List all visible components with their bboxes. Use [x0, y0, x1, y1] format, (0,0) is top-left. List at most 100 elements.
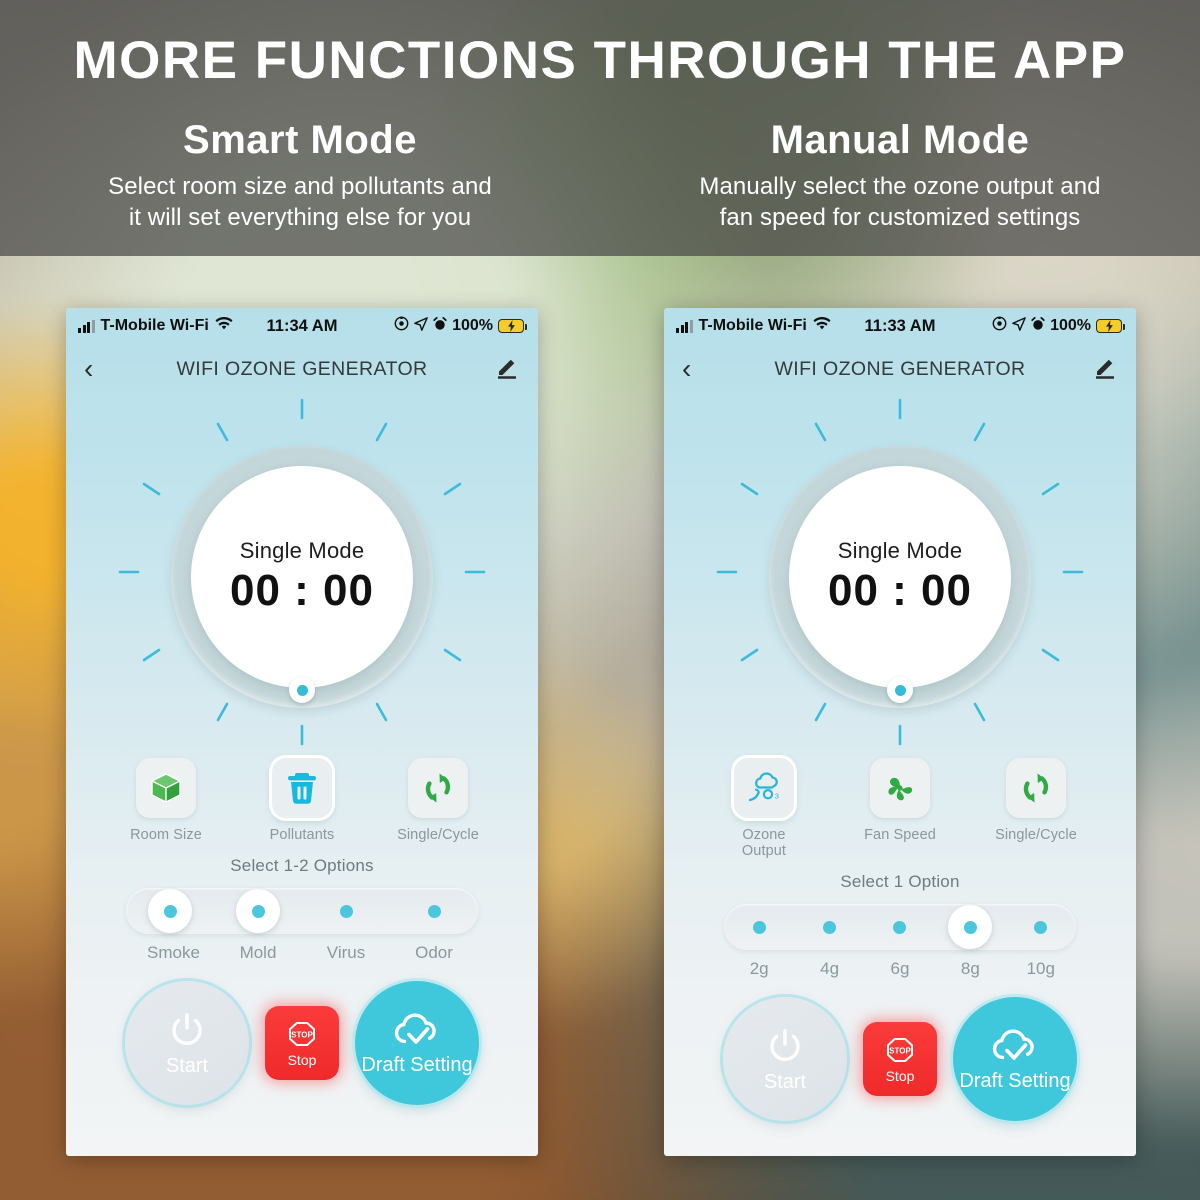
wifi-icon: [813, 316, 831, 336]
function-tile: [272, 758, 332, 818]
option-label-10g: 10g: [1026, 959, 1055, 978]
timer-dial[interactable]: Single Mode 00 : 00: [664, 394, 1136, 750]
start-button[interactable]: Start: [125, 981, 249, 1105]
option-smoke[interactable]: [147, 888, 193, 934]
function-single-cycle[interactable]: Single/Cycle: [992, 758, 1080, 859]
option-label-smoke: Smoke: [147, 943, 200, 962]
cube-box-icon: [151, 773, 181, 803]
option-label-virus: Virus: [326, 943, 366, 962]
stop-button-label: Stop: [287, 1051, 317, 1068]
dial-ring: Single Mode 00 : 00: [769, 446, 1031, 708]
nav-bar: ‹ WIFI OZONE GENERATOR: [66, 344, 538, 394]
option-dot: [427, 904, 441, 918]
option-4g[interactable]: [807, 904, 853, 950]
draft-setting-label: Draft Setting: [959, 1069, 1071, 1092]
cycle-arrows-icon: [425, 773, 451, 803]
manual-mode-subtitle-line1: Manually select the ozone output and: [699, 172, 1101, 200]
status-bar-right: 100%: [394, 316, 527, 336]
battery-charging-icon: [498, 319, 527, 333]
function-label: Room Size: [130, 827, 202, 843]
manual-mode-subtitle-line2: fan speed for customized settings: [719, 204, 1081, 232]
function-tile: [870, 758, 930, 818]
stop-octagon-icon: STOP: [887, 1037, 913, 1062]
option-label-4g: 4g: [820, 959, 840, 978]
option-label-odor: Odor: [415, 943, 453, 962]
option-virus[interactable]: [323, 888, 369, 934]
cloud-check-icon: [394, 1013, 436, 1044]
stop-button[interactable]: STOP Stop: [863, 1022, 937, 1096]
function-icon-row: 3 Ozone Output Fan Speed Single/Cycle: [664, 758, 1136, 859]
function-single-cycle[interactable]: Single/Cycle: [394, 758, 482, 843]
start-button-label: Start: [165, 1054, 209, 1077]
smart-mode-title: Smart Mode: [183, 118, 417, 162]
ozone-output-option-pill[interactable]: [724, 904, 1076, 950]
manual-mode-title: Manual Mode: [770, 118, 1030, 162]
stop-button[interactable]: STOP Stop: [265, 1006, 339, 1080]
draft-setting-button[interactable]: Draft Setting: [355, 981, 479, 1105]
rotation-lock-icon: [992, 316, 1007, 336]
function-tile: [136, 758, 196, 818]
function-icon-row: Room Size Pollutants Single/Cycle: [66, 758, 538, 843]
pollutant-option-pill[interactable]: [126, 888, 478, 934]
function-pollutants[interactable]: Pollutants: [258, 758, 346, 843]
option-dot: [823, 920, 837, 934]
smart-mode-column: Smart Mode Select room size and pollutan…: [0, 118, 600, 234]
power-icon: [172, 1012, 202, 1045]
slider-knob-icon[interactable]: [289, 677, 315, 703]
option-dot: [893, 920, 907, 934]
rotation-lock-icon: [394, 316, 409, 336]
option-dot: [163, 904, 177, 918]
function-ozone-output[interactable]: 3 Ozone Output: [720, 758, 808, 859]
app-title: WIFI OZONE GENERATOR: [774, 357, 1026, 380]
cloud-check-icon: [992, 1029, 1034, 1060]
manual-mode-phone: T-Mobile Wi-Fi 11:33 AM 100% ‹ WIFI OZON…: [664, 308, 1136, 1156]
option-6g[interactable]: [877, 904, 923, 950]
function-label: Pollutants: [269, 827, 335, 843]
function-fan-speed[interactable]: Fan Speed: [856, 758, 944, 859]
slider-knob-icon[interactable]: [887, 677, 913, 703]
ozone-cloud-icon: 3: [748, 772, 779, 802]
dial-mode-label: Single Mode: [837, 538, 963, 563]
dial-ring: Single Mode 00 : 00: [171, 446, 433, 708]
draft-setting-label: Draft Setting: [361, 1053, 473, 1076]
function-label: Ozone Output: [741, 827, 787, 859]
alarm-clock-icon: [1031, 316, 1045, 336]
select-hint: Select 1-2 Options: [230, 856, 374, 875]
dial-face: Single Mode 00 : 00: [789, 466, 1011, 688]
smart-mode-subtitle: Select room size and pollutants and it w…: [0, 171, 600, 234]
pencil-edit-icon[interactable]: [494, 354, 520, 385]
chevron-left-icon[interactable]: ‹: [682, 355, 691, 383]
option-2g[interactable]: [736, 904, 782, 950]
function-tile: [1006, 758, 1066, 818]
cycle-arrows-icon: [1023, 773, 1049, 803]
promo-poster: MORE FUNCTIONS THROUGH THE APP Smart Mod…: [0, 0, 1200, 1200]
smart-mode-subtitle-line2: it will set everything else for you: [128, 204, 472, 232]
dial-timer-value: 00 : 00: [230, 566, 374, 615]
draft-setting-button[interactable]: Draft Setting: [953, 997, 1077, 1121]
start-button[interactable]: Start: [723, 997, 847, 1121]
manual-mode-subtitle: Manually select the ozone output and fan…: [600, 171, 1200, 234]
battery-percent-label: 100%: [1050, 317, 1091, 334]
option-10g[interactable]: [1018, 904, 1064, 950]
option-label-mold: Mold: [239, 943, 277, 962]
option-odor[interactable]: [411, 888, 457, 934]
battery-charging-icon: [1096, 319, 1125, 333]
pencil-edit-icon[interactable]: [1092, 354, 1118, 385]
stop-button-label: Stop: [885, 1067, 915, 1084]
start-button-label: Start: [763, 1070, 807, 1093]
svg-text:3: 3: [775, 792, 779, 801]
smart-mode-phone: T-Mobile Wi-Fi 11:34 AM 100% ‹ WIFI OZON…: [66, 308, 538, 1156]
option-8g[interactable]: [947, 904, 993, 950]
action-button-row: Start STOP Stop Draft Setting: [664, 997, 1136, 1121]
function-label: Single/Cycle: [995, 827, 1077, 843]
option-dot: [1034, 920, 1048, 934]
action-button-row: Start STOP Stop Draft Setting: [66, 981, 538, 1105]
function-room-size[interactable]: Room Size: [122, 758, 210, 843]
option-label-8g: 8g: [960, 959, 980, 978]
timer-dial[interactable]: Single Mode 00 : 00: [66, 394, 538, 750]
option-mold[interactable]: [235, 888, 281, 934]
option-label-2g: 2g: [749, 959, 769, 978]
dial-timer-value: 00 : 00: [828, 566, 972, 615]
signal-bars-icon: [78, 319, 95, 333]
chevron-left-icon[interactable]: ‹: [84, 355, 93, 383]
